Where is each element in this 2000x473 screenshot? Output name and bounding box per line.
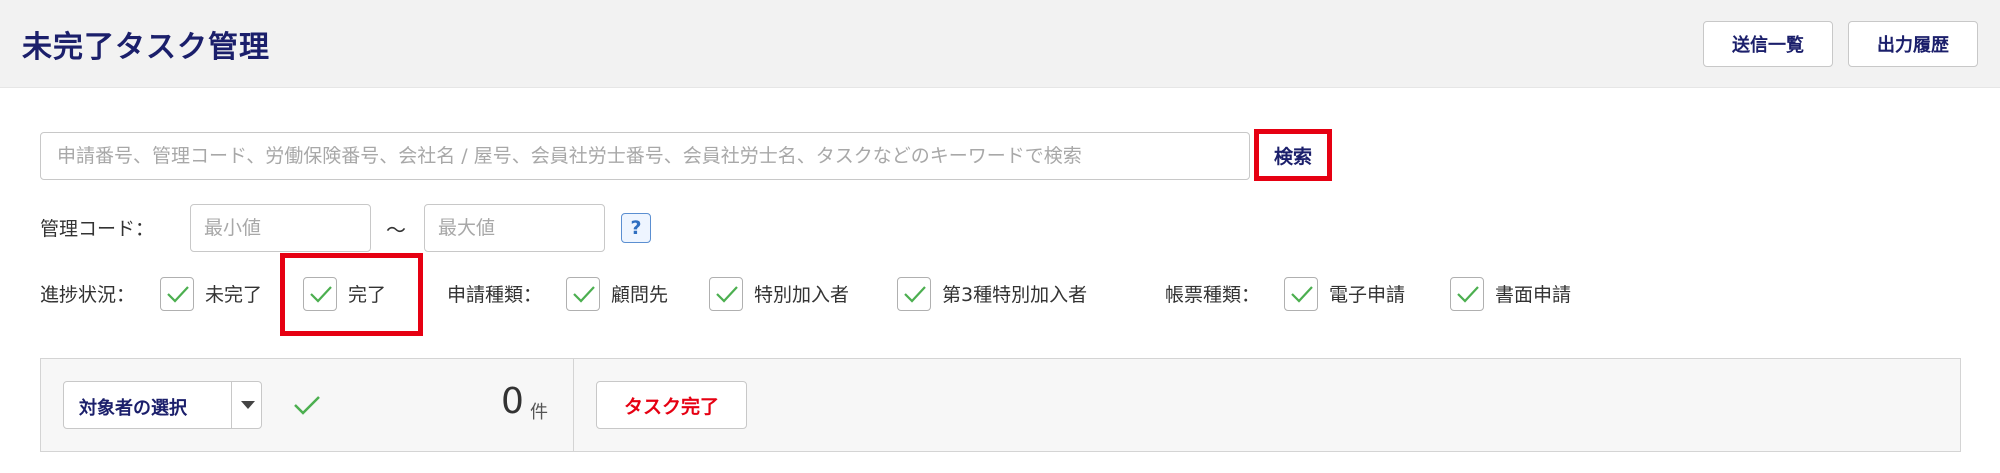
- management-code-max-input[interactable]: [424, 204, 605, 252]
- application-type-special-checkbox[interactable]: [709, 277, 743, 311]
- caret-down-icon[interactable]: [240, 400, 256, 410]
- dropdown-separator: [231, 382, 232, 428]
- output-history-button[interactable]: 出力履歴: [1848, 21, 1978, 67]
- check-icon: [573, 286, 595, 303]
- progress-complete-label: 完了: [348, 284, 387, 306]
- application-type-advisory-label: 顧問先: [611, 284, 669, 306]
- check-icon: [1291, 286, 1313, 303]
- page-title: 未完了タスク管理: [22, 30, 270, 65]
- send-list-button[interactable]: 送信一覧: [1703, 21, 1833, 67]
- management-code-label: 管理コード：: [40, 218, 155, 240]
- help-icon[interactable]: ?: [621, 213, 651, 243]
- target-select-label: 対象者の選択: [79, 398, 187, 419]
- check-icon: [294, 396, 320, 415]
- management-code-min-input[interactable]: [190, 204, 371, 252]
- selected-count: 0: [501, 381, 524, 422]
- application-type-special-label: 特別加入者: [754, 284, 850, 306]
- search-input[interactable]: [41, 133, 1251, 179]
- application-type-advisory-checkbox[interactable]: [566, 277, 600, 311]
- check-icon: [310, 286, 332, 303]
- task-complete-button[interactable]: タスク完了: [596, 381, 747, 429]
- progress-incomplete-checkbox[interactable]: [160, 277, 194, 311]
- form-type-paper-label: 書面申請: [1495, 284, 1572, 306]
- target-select-dropdown[interactable]: 対象者の選択: [63, 381, 262, 429]
- check-icon: [1457, 286, 1479, 303]
- application-type-third-special-checkbox[interactable]: [897, 277, 931, 311]
- panel-divider: [573, 358, 574, 452]
- form-type-label: 帳票種類：: [1165, 284, 1261, 306]
- search-box: [40, 132, 1251, 180]
- application-type-third-special-label: 第3種特別加入者: [942, 284, 1088, 306]
- range-separator: 〜: [386, 218, 406, 242]
- form-type-electronic-checkbox[interactable]: [1284, 277, 1318, 311]
- action-panel: [40, 358, 1961, 452]
- page-header: 未完了タスク管理 送信一覧 出力履歴: [0, 0, 2000, 88]
- progress-incomplete-label: 未完了: [205, 284, 263, 306]
- progress-complete-checkbox[interactable]: [303, 277, 337, 311]
- check-icon: [904, 286, 926, 303]
- check-icon: [716, 286, 738, 303]
- form-type-electronic-label: 電子申請: [1329, 284, 1406, 306]
- check-icon: [167, 286, 189, 303]
- progress-label: 進捗状況：: [40, 284, 136, 306]
- application-type-label: 申請種類：: [447, 284, 543, 306]
- form-type-paper-checkbox[interactable]: [1450, 277, 1484, 311]
- count-unit: 件: [530, 402, 548, 423]
- search-button[interactable]: 検索: [1254, 129, 1332, 181]
